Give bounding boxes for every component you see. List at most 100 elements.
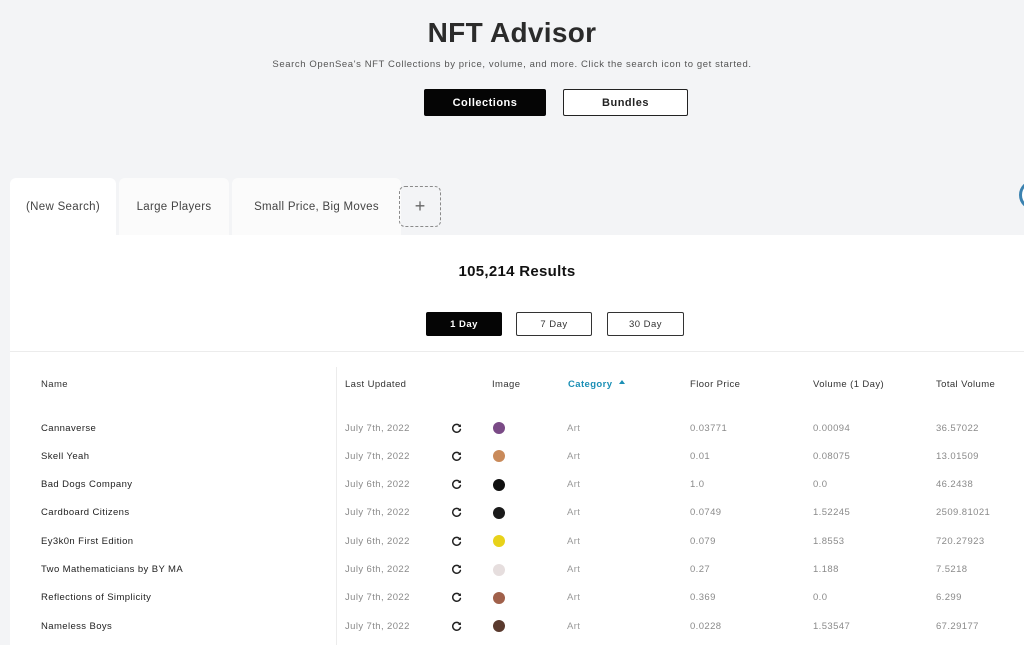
collection-image [492,612,506,640]
volume-value: 1.53547 [813,620,851,632]
collection-thumbnail [493,478,505,491]
floor-price-value: 0.079 [690,535,716,547]
floor-price-value: 0.03771 [690,422,728,434]
page-header: NFT Advisor Search OpenSea's NFT Collect… [0,0,1024,178]
total-volume-value: 6.299 [936,592,962,604]
category-value: Art [567,535,581,547]
collections-button[interactable]: Collections [424,89,546,116]
page-title: NFT Advisor [427,17,597,48]
refresh-icon[interactable] [450,612,462,640]
collection-image [492,584,506,612]
refresh-icon[interactable] [450,471,462,499]
volume-value: 1.8553 [813,535,845,547]
collection-thumbnail [493,506,505,519]
total-volume-value: 46.2438 [936,479,974,491]
refresh-icon[interactable] [450,556,462,584]
refresh-icon[interactable] [450,584,462,612]
tab-large-players[interactable]: Large Players [119,178,229,235]
table-row[interactable]: Bad Dogs Company July 6th, 2022 Art 1.0 0.0 4… [10,471,1024,499]
collection-image [492,471,506,499]
total-volume-value: 36.57022 [936,422,979,434]
column-header-volume[interactable]: Volume (1 Day) [813,379,884,390]
results-count: 105,214 Results [458,263,576,280]
collection-name[interactable]: Cardboard Citizens [41,499,130,527]
add-tab-button[interactable]: + [399,186,441,227]
table-row[interactable]: Skell Yeah July 7th, 2022 Art 0.01 0.08075 13… [10,442,1024,470]
last-updated-date: July 6th, 2022 [345,535,410,547]
bundles-button[interactable]: Bundles [563,89,688,116]
collection-thumbnail [493,450,505,463]
refresh-icon[interactable] [450,499,462,527]
search-icon[interactable] [1019,180,1024,210]
table-row[interactable]: Cannaverse July 7th, 2022 Art 0.03771 0.0009… [10,414,1024,442]
last-updated-date: July 7th, 2022 [345,422,410,434]
last-updated-date: July 7th, 2022 [345,507,410,519]
collection-thumbnail [493,563,505,576]
column-header-name[interactable]: Name [41,379,68,390]
collection-image [492,556,506,584]
total-volume-value: 7.5218 [936,564,968,575]
total-volume-value: 720.27923 [936,535,985,547]
page-subtitle: Search OpenSea's NFT Collections by pric… [272,59,752,70]
table-row[interactable]: Reflections of Simplicity July 7th, 2022 A… [10,584,1024,612]
category-value: Art [567,592,581,604]
column-header-category-sort[interactable]: Category [568,379,626,390]
volume-value: 1.188 [813,564,839,575]
period-30-day-button[interactable]: 30 Day [607,312,684,336]
column-header-floor-price[interactable]: Floor Price [690,379,740,390]
collection-thumbnail [493,620,505,633]
floor-price-value: 0.27 [690,564,711,575]
collection-name[interactable]: Bad Dogs Company [41,471,132,499]
refresh-icon[interactable] [450,527,462,555]
collection-name[interactable]: Two Mathematicians by BY MA [41,556,183,584]
collection-name[interactable]: Ey3k0n First Edition [41,527,133,555]
last-updated-date: July 7th, 2022 [345,592,410,604]
last-updated-date: July 7th, 2022 [345,620,410,632]
total-volume-value: 2509.81021 [936,507,991,519]
collection-image [492,499,506,527]
category-value: Art [567,450,581,462]
collection-thumbnail [493,591,505,604]
last-updated-date: July 7th, 2022 [345,450,410,462]
volume-value: 0.00094 [813,422,851,434]
last-updated-date: July 6th, 2022 [345,564,410,575]
column-header-image: Image [492,379,521,390]
volume-value: 1.52245 [813,507,851,519]
category-value: Art [567,422,581,434]
refresh-icon[interactable] [450,414,462,442]
column-header-category: Category [568,379,613,390]
volume-value: 0.0 [813,479,828,491]
table-row[interactable]: Cardboard Citizens July 7th, 2022 Art 0.074… [10,499,1024,527]
last-updated-date: July 6th, 2022 [345,479,410,491]
category-value: Art [567,620,581,632]
collection-thumbnail [493,422,505,434]
category-value: Art [567,507,581,519]
collection-name[interactable]: Skell Yeah [41,442,89,470]
collection-name[interactable]: Reflections of Simplicity [41,584,151,612]
total-volume-value: 13.01509 [936,450,979,462]
category-value: Art [567,479,581,491]
table-row[interactable]: Ey3k0n First Edition July 6th, 2022 Art 0.0… [10,527,1024,555]
table-row[interactable]: Nameless Boys July 7th, 2022 Art 0.0228 1.53… [10,612,1024,640]
floor-price-value: 0.0228 [690,620,722,632]
collection-thumbnail [493,535,505,548]
sort-ascending-icon [619,380,626,385]
column-header-last-updated[interactable]: Last Updated [345,379,406,390]
collection-name[interactable]: Nameless Boys [41,612,112,640]
floor-price-value: 0.369 [690,592,716,604]
divider [10,351,1024,352]
column-header-total-volume[interactable]: Total Volume [936,379,995,390]
volume-value: 0.0 [813,592,828,604]
period-1-day-button[interactable]: 1 Day [426,312,502,336]
category-value: Art [567,564,581,575]
floor-price-value: 0.01 [690,450,711,462]
period-7-day-button[interactable]: 7 Day [516,312,592,336]
collection-name[interactable]: Cannaverse [41,414,96,442]
results-panel: 105,214 Results 1 Day 7 Day 30 Day Name … [10,235,1024,645]
tab-new-search[interactable]: (New Search) [10,178,116,235]
collection-image [492,442,506,470]
refresh-icon[interactable] [450,442,462,470]
tab-small-price-big-moves[interactable]: Small Price, Big Moves [232,178,401,235]
volume-value: 0.08075 [813,450,851,462]
table-row[interactable]: Two Mathematicians by BY MA July 6th, 202… [10,556,1024,584]
